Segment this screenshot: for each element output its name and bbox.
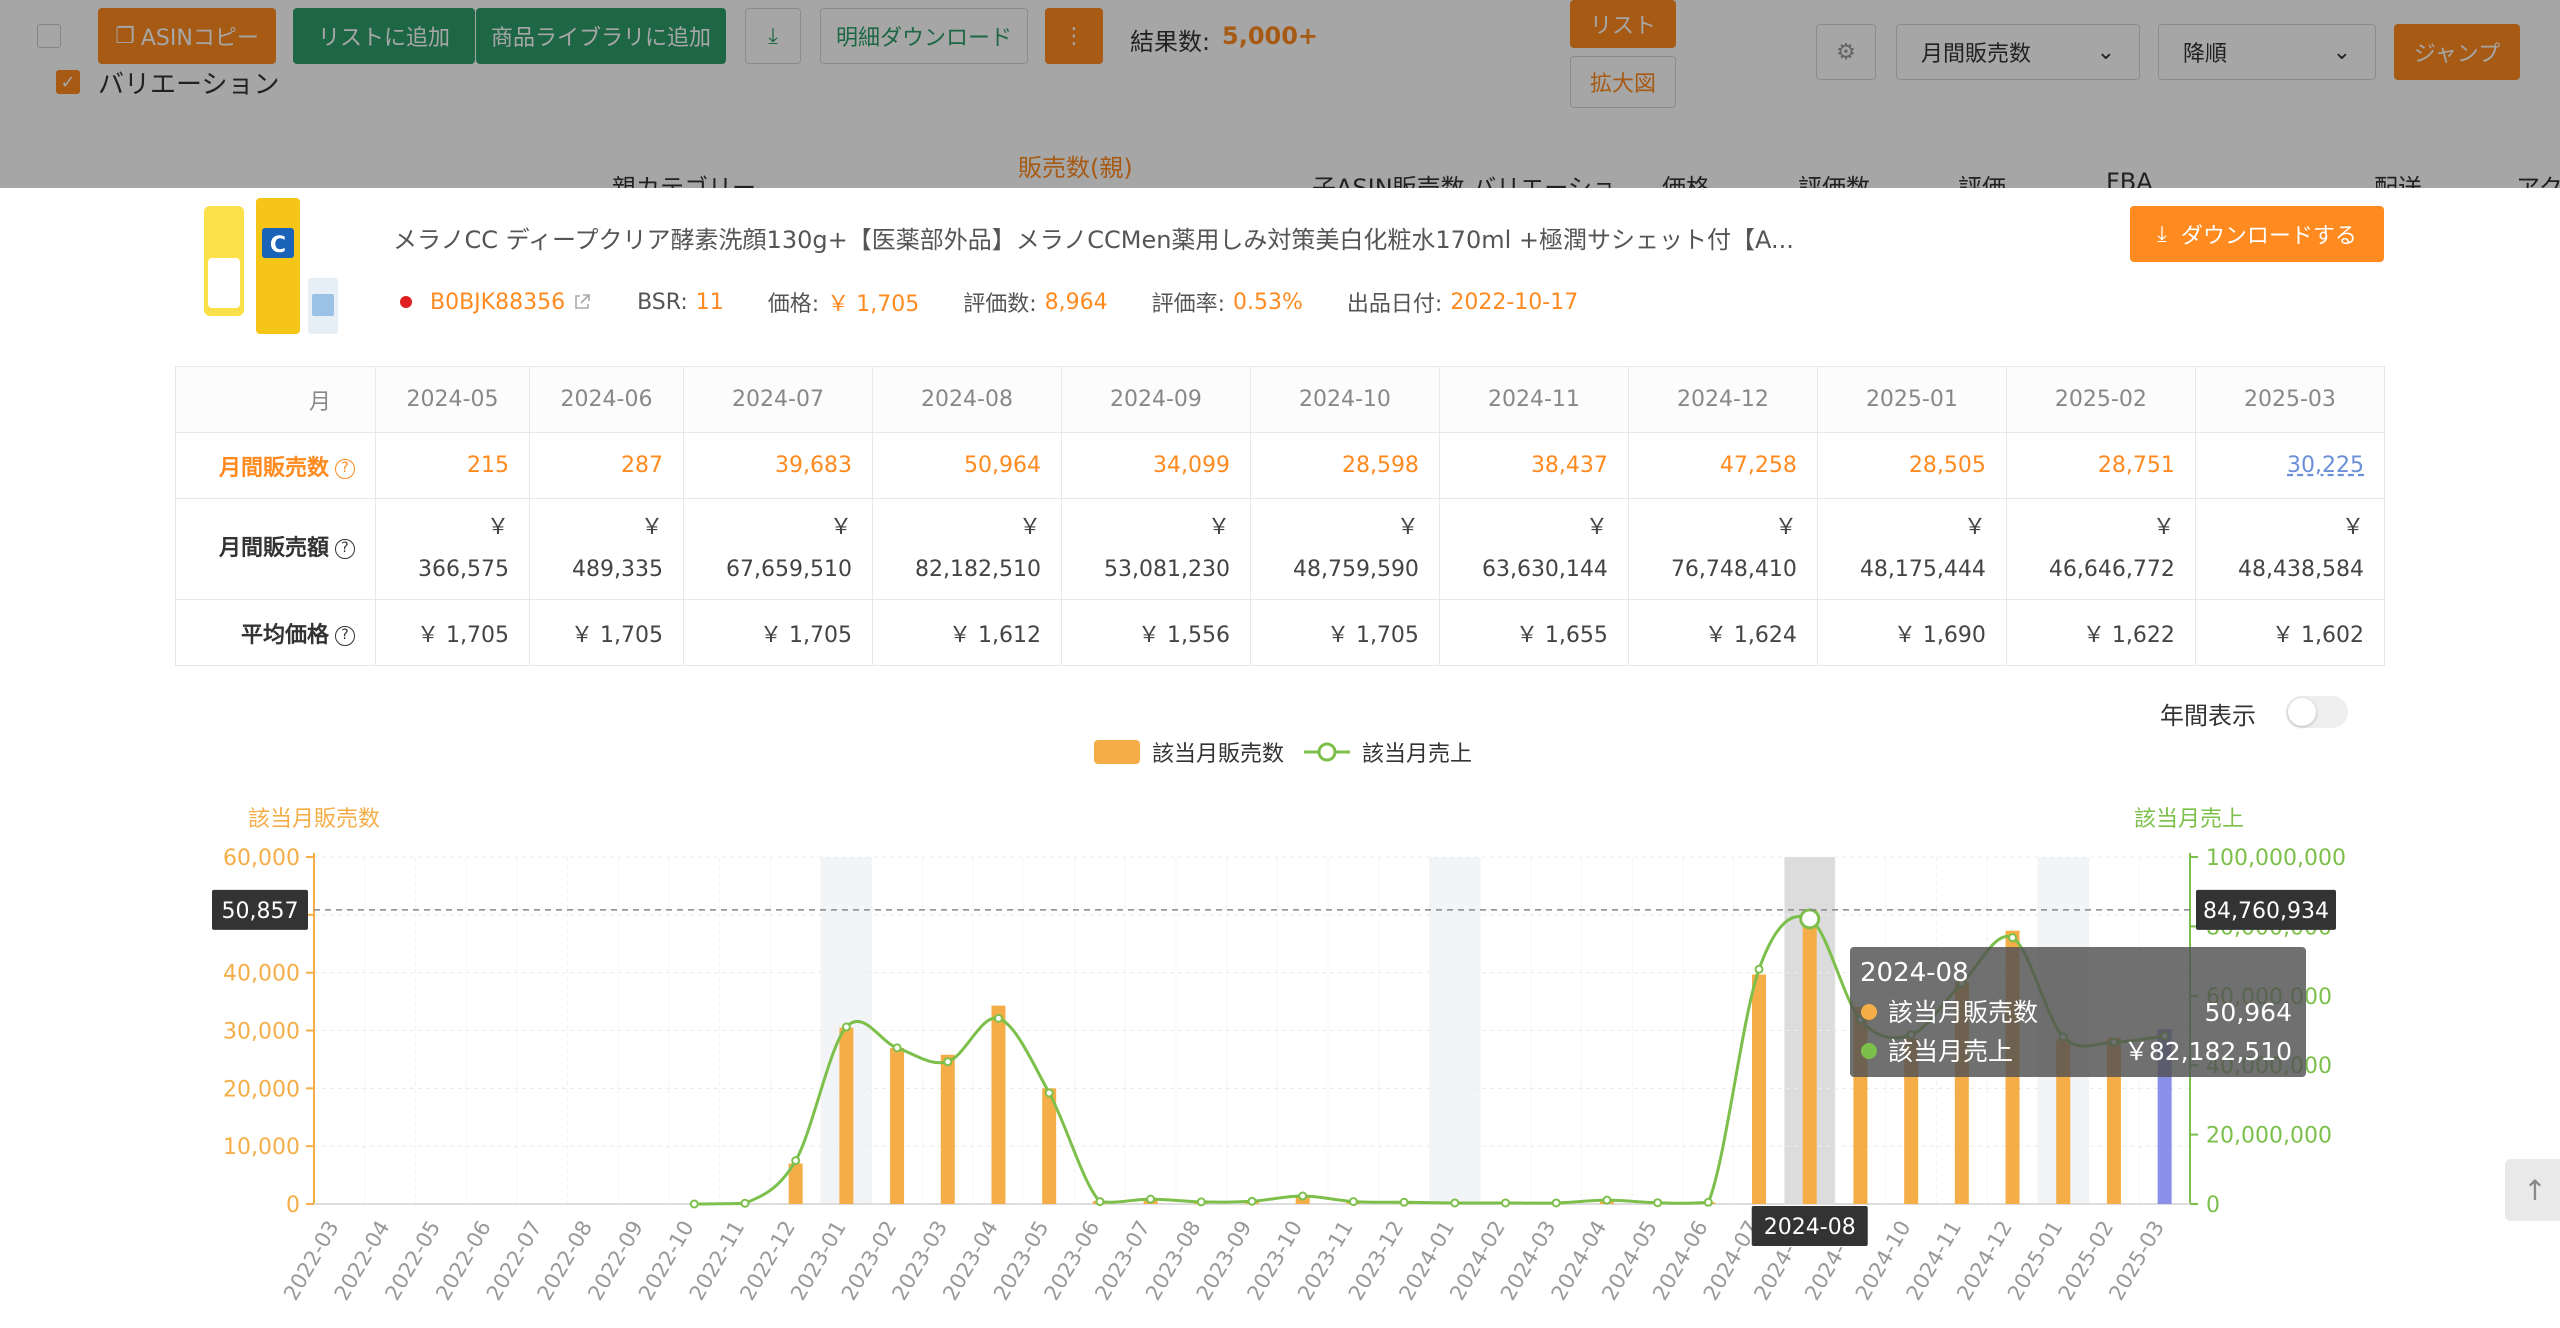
bar xyxy=(890,1047,905,1204)
sales-point xyxy=(1450,1198,1460,1208)
sales-point xyxy=(1754,964,1764,974)
bar xyxy=(839,1027,854,1204)
tooltip-sales-value: ￥82,182,510 xyxy=(2124,1037,2292,1066)
tooltip-bar-dot xyxy=(1861,1004,1877,1020)
scroll-to-top-button[interactable]: ↑ xyxy=(2505,1159,2560,1221)
bar xyxy=(940,1054,955,1204)
left-tick-label: 0 xyxy=(286,1193,300,1218)
sales-point xyxy=(689,1199,699,1209)
more-menu-button[interactable]: ⋮ xyxy=(1045,8,1103,64)
sales-point xyxy=(1602,1195,1612,1205)
list-button[interactable]: リスト xyxy=(1570,0,1676,48)
sales-point xyxy=(1703,1197,1713,1207)
sales-point xyxy=(1095,1197,1105,1207)
sales-point xyxy=(993,1013,1003,1023)
sort-field-select[interactable]: 月間販売数 ⌄ xyxy=(1896,24,2140,80)
sales-chart: 010,00020,00030,00040,00050,00060,000020… xyxy=(212,807,2346,1304)
sales-point xyxy=(1146,1194,1156,1204)
sales-point xyxy=(791,1156,801,1166)
crosshair-left-value: 50,857 xyxy=(222,899,299,924)
tooltip-month: 2024-08 xyxy=(1860,958,1969,988)
chevron-down-icon: ⌄ xyxy=(2096,39,2115,65)
result-count: 5,000+ xyxy=(1222,22,1319,50)
settings-button[interactable]: ⚙ xyxy=(1816,24,1876,80)
add-to-library-button[interactable]: 商品ライブラリに追加 xyxy=(476,8,726,64)
sales-point xyxy=(1799,908,1821,930)
detail-download-button[interactable]: 明細ダウンロード xyxy=(820,8,1028,64)
jump-button[interactable]: ジャンプ xyxy=(2394,24,2520,80)
sales-point xyxy=(1247,1196,1257,1206)
tooltip-count-value: 50,964 xyxy=(2205,998,2292,1027)
arrow-up-icon: ↑ xyxy=(2523,1173,2547,1207)
sales-point xyxy=(1551,1198,1561,1208)
variation-checkbox[interactable]: ✓ xyxy=(56,70,80,94)
left-tick-label: 10,000 xyxy=(223,1135,300,1160)
left-tick-label: 20,000 xyxy=(223,1077,300,1102)
select-all-checkbox[interactable] xyxy=(37,24,61,48)
variation-label: バリエーション xyxy=(98,70,280,100)
sales-point xyxy=(1348,1197,1358,1207)
bar xyxy=(1752,974,1767,1204)
sales-point xyxy=(1399,1197,1409,1207)
product-detail-modal: C メラノCC ディープクリア酵素洗顔130g+【医薬部外品】メラノCCMen薬… xyxy=(0,188,2560,1328)
sales-point xyxy=(892,1043,902,1053)
result-label: 結果数: xyxy=(1130,28,1211,56)
left-axis-title: 該当月販売数 xyxy=(248,807,380,832)
download-icon-button[interactable]: ⤓ xyxy=(745,8,801,64)
sales-point xyxy=(740,1198,750,1208)
bar xyxy=(991,1005,1006,1204)
chevron-down-icon: ⌄ xyxy=(2332,39,2351,65)
copy-icon: ❐ xyxy=(115,23,135,49)
asin-copy-button[interactable]: ❐ ASINコピー xyxy=(98,8,276,64)
background-toolbar: ❐ ASINコピー リストに追加 商品ライブラリに追加 ⤓ 明細ダウンロード ⋮ … xyxy=(0,0,2560,202)
gear-icon: ⚙ xyxy=(1836,39,1856,65)
right-axis-title: 該当月売上 xyxy=(2134,807,2244,832)
sales-point xyxy=(1044,1088,1054,1098)
right-tick-label: 20,000,000 xyxy=(2206,1124,2332,1149)
tooltip-line-dot xyxy=(1861,1043,1877,1059)
add-to-list-button[interactable]: リストに追加 xyxy=(293,8,475,64)
enlarge-button[interactable]: 拡大図 xyxy=(1570,56,1676,108)
right-tick-label: 0 xyxy=(2206,1193,2220,1218)
tooltip-count-label: 該当月販売数 xyxy=(1888,998,2038,1027)
sales-point xyxy=(1653,1198,1663,1208)
sales-point xyxy=(841,1022,851,1032)
crosshair-right-value: 84,760,934 xyxy=(2203,899,2329,924)
crosshair-x-value: 2024-08 xyxy=(1764,1215,1856,1240)
left-tick-label: 40,000 xyxy=(223,962,300,987)
left-tick-label: 60,000 xyxy=(223,846,300,871)
download-icon: ⤓ xyxy=(768,23,778,49)
sales-point xyxy=(2008,933,2018,943)
sales-point xyxy=(1196,1197,1206,1207)
sort-order-select[interactable]: 降順 ⌄ xyxy=(2158,24,2376,80)
col-sales-parent: 販売数(親) xyxy=(1018,154,1133,182)
left-tick-label: 30,000 xyxy=(223,1020,300,1045)
sales-point xyxy=(1298,1191,1308,1201)
tooltip-sales-label: 該当月売上 xyxy=(1888,1037,2013,1066)
sales-point xyxy=(943,1057,953,1067)
sales-point xyxy=(1501,1198,1511,1208)
right-tick-label: 100,000,000 xyxy=(2206,846,2346,871)
bar xyxy=(1802,909,1817,1204)
